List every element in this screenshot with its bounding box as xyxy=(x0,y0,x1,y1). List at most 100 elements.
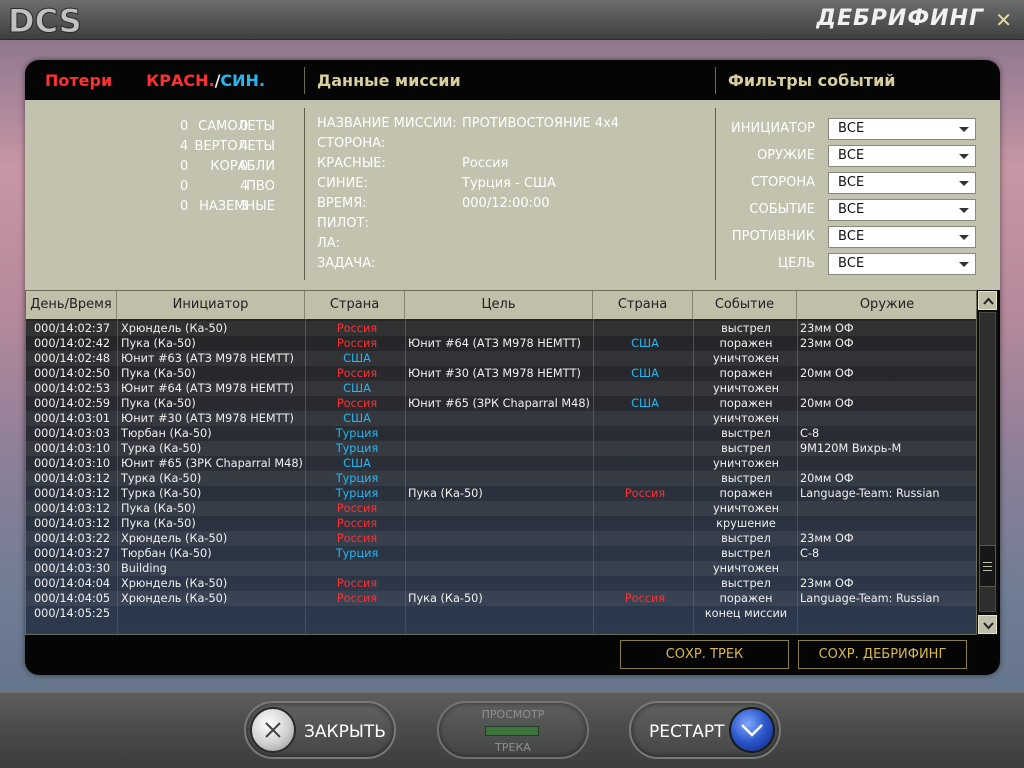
event-weapon xyxy=(800,606,975,621)
event-type: уничтожен xyxy=(712,382,780,395)
view-track-label-bottom: ТРЕКА xyxy=(495,741,531,754)
event-time: 000/14:02:50 xyxy=(34,367,111,380)
filter-value: ВСЕ xyxy=(838,148,865,163)
table-row[interactable]: 000/14:03:01 Юнит #30 (АТЗ М978 НЕМТТ) США… xyxy=(26,411,976,426)
event-weapon: С-8 xyxy=(800,547,820,560)
event-time: 000/14:03:27 xyxy=(34,547,111,560)
event-target xyxy=(408,411,594,426)
filter-label: ЦЕЛЬ xyxy=(777,256,815,271)
save-track-button[interactable]: СОХР. ТРЕК xyxy=(620,640,789,669)
table-row[interactable]: 000/14:03:22 Хрюндель (Ка-50) Россия выстре… xyxy=(26,531,976,546)
event-time: 000/14:04:04 xyxy=(34,577,111,590)
table-row[interactable]: 000/14:02:42 Пука (Ка-50) Россия Юнит #64 (… xyxy=(26,336,976,351)
loss-blue-count: 0 xyxy=(240,119,249,134)
event-weapon xyxy=(800,501,975,516)
red-side-label: КРАСН. xyxy=(146,70,215,90)
event-type: уничтожен xyxy=(712,502,780,515)
scroll-up-button[interactable] xyxy=(978,291,997,310)
table-row[interactable]: 000/14:03:10 Турка (Ка-50) Турция выстрел 9М… xyxy=(26,441,976,456)
close-button[interactable]: ЗАКРЫТЬ xyxy=(244,701,396,759)
loss-red-count: 0 xyxy=(180,199,189,214)
filter-dropdown[interactable]: ВСЕ xyxy=(828,172,976,194)
table-row[interactable]: 000/14:02:59 Пука (Ка-50) Россия Юнит #65 (… xyxy=(26,396,976,411)
initiator-country: Россия xyxy=(336,577,378,590)
table-scrollbar[interactable] xyxy=(977,290,998,635)
target-country: США xyxy=(631,397,659,410)
event-initiator: Юнит #63 (АТЗ М978 НЕМТТ) xyxy=(121,352,294,365)
filter-dropdown[interactable]: ВСЕ xyxy=(828,226,976,248)
blue-side-label: СИН. xyxy=(220,70,266,90)
bottom-bar: ЗАКРЫТЬ ПРОСМОТР ТРЕКА РЕСТАРТ xyxy=(0,692,1024,768)
column-header[interactable]: Цель xyxy=(405,291,593,319)
loss-row: НАЗЕМНЫЕ 0 3 xyxy=(25,197,275,217)
column-header[interactable]: Страна xyxy=(305,291,405,319)
event-type: выстрел xyxy=(721,577,771,590)
losses-title: Потери xyxy=(45,70,113,90)
event-type: конец миссии xyxy=(704,607,788,620)
close-label: ЗАКРЫТЬ xyxy=(304,722,386,742)
table-row[interactable]: 000/14:05:25 конец миссии xyxy=(26,606,976,621)
view-track-button[interactable]: ПРОСМОТР ТРЕКА xyxy=(437,701,589,759)
target-country: Россия xyxy=(624,592,666,605)
table-row[interactable]: 000/14:04:04 Хрюндель (Ка-50) Россия выстре… xyxy=(26,576,976,591)
event-initiator: Тюрбан (Ка-50) xyxy=(121,427,212,440)
table-row[interactable]: 000/14:02:48 Юнит #63 (АТЗ М978 НЕМТТ) США… xyxy=(26,351,976,366)
filter-dropdown[interactable]: ВСЕ xyxy=(828,199,976,221)
event-initiator: Турка (Ка-50) xyxy=(121,442,202,455)
initiator-country xyxy=(308,561,406,576)
filter-dropdown[interactable]: ВСЕ xyxy=(828,253,976,275)
chevron-down-icon xyxy=(959,235,969,240)
event-type: выстрел xyxy=(721,322,771,335)
loss-red-count: 0 xyxy=(180,119,189,134)
table-row[interactable]: 000/14:03:27 Тюрбан (Ка-50) Турция выстрел С… xyxy=(26,546,976,561)
mission-field-label: ЛА: xyxy=(317,236,341,251)
table-row[interactable]: 000/14:03:12 Пука (Ка-50) Россия уничтожен xyxy=(26,501,976,516)
table-row[interactable]: 000/14:03:12 Турка (Ка-50) Турция выстрел 20… xyxy=(26,471,976,486)
loss-red-count: 0 xyxy=(180,159,189,174)
table-row[interactable]: 000/14:03:30 Building уничтожен xyxy=(26,561,976,576)
table-row[interactable]: 000/14:03:10 Юнит #65 (ЗРК Chaparral M48)… xyxy=(26,456,976,471)
initiator-country: Россия xyxy=(336,532,378,545)
column-header[interactable]: День/Время xyxy=(26,291,117,319)
filter-value: ВСЕ xyxy=(838,202,865,217)
event-time: 000/14:03:30 xyxy=(34,562,111,575)
column-header[interactable]: Оружие xyxy=(797,291,976,319)
filter-row: ЦЕЛЬ ВСЕ xyxy=(725,253,976,275)
track-indicator xyxy=(485,726,539,736)
table-row[interactable]: 000/14:02:50 Пука (Ка-50) Россия Юнит #30 (… xyxy=(26,366,976,381)
table-row[interactable]: 000/14:04:05 Хрюндель (Ка-50) Россия Пука (… xyxy=(26,591,976,606)
column-header[interactable]: Страна xyxy=(593,291,693,319)
loss-category: ПВО xyxy=(246,179,275,194)
debrief-panel: Потери КРАСН. / СИН. Данные миссии Фильт… xyxy=(25,60,1000,675)
loss-row: ПВО 0 4 xyxy=(25,177,275,197)
loss-category: САМОЛЕТЫ xyxy=(198,119,275,134)
initiator-country: Россия xyxy=(336,592,378,605)
table-row[interactable]: 000/14:02:37 Хрюндель (Ка-50) Россия выстре… xyxy=(26,321,976,336)
filter-label: СОБЫТИЕ xyxy=(749,202,815,217)
scroll-down-button[interactable] xyxy=(978,615,997,634)
target-country xyxy=(596,351,694,366)
event-weapon xyxy=(800,411,975,426)
filter-row: ОРУЖИЕ ВСЕ xyxy=(725,145,976,167)
scroll-thumb[interactable] xyxy=(979,545,996,587)
table-row[interactable]: 000/14:03:12 Пука (Ка-50) Россия крушение xyxy=(26,516,976,531)
event-weapon xyxy=(800,456,975,471)
filter-dropdown[interactable]: ВСЕ xyxy=(828,118,976,140)
event-time: 000/14:03:10 xyxy=(34,457,111,470)
table-row[interactable]: 000/14:03:12 Турка (Ка-50) Турция Пука (Ка-… xyxy=(26,486,976,501)
filter-dropdown[interactable]: ВСЕ xyxy=(828,145,976,167)
filter-label: СТОРОНА xyxy=(751,175,815,190)
column-header[interactable]: Инициатор xyxy=(117,291,305,319)
loss-blue-count: 0 xyxy=(240,159,249,174)
column-header[interactable]: Событие xyxy=(693,291,797,319)
save-debriefing-button[interactable]: СОХР. ДЕБРИФИНГ xyxy=(798,640,967,669)
event-target xyxy=(408,456,594,471)
event-initiator: Пука (Ка-50) xyxy=(121,397,196,410)
table-row[interactable]: 000/14:02:53 Юнит #64 (АТЗ М978 НЕМТТ) США… xyxy=(26,381,976,396)
initiator-country: Россия xyxy=(336,397,378,410)
target-country: США xyxy=(631,337,659,350)
close-icon[interactable]: ✕ xyxy=(995,8,1012,32)
table-row[interactable]: 000/14:03:03 Тюрбан (Ка-50) Турция выстрел С… xyxy=(26,426,976,441)
initiator-country xyxy=(308,606,406,621)
restart-button[interactable]: РЕСТАРТ xyxy=(629,701,781,759)
